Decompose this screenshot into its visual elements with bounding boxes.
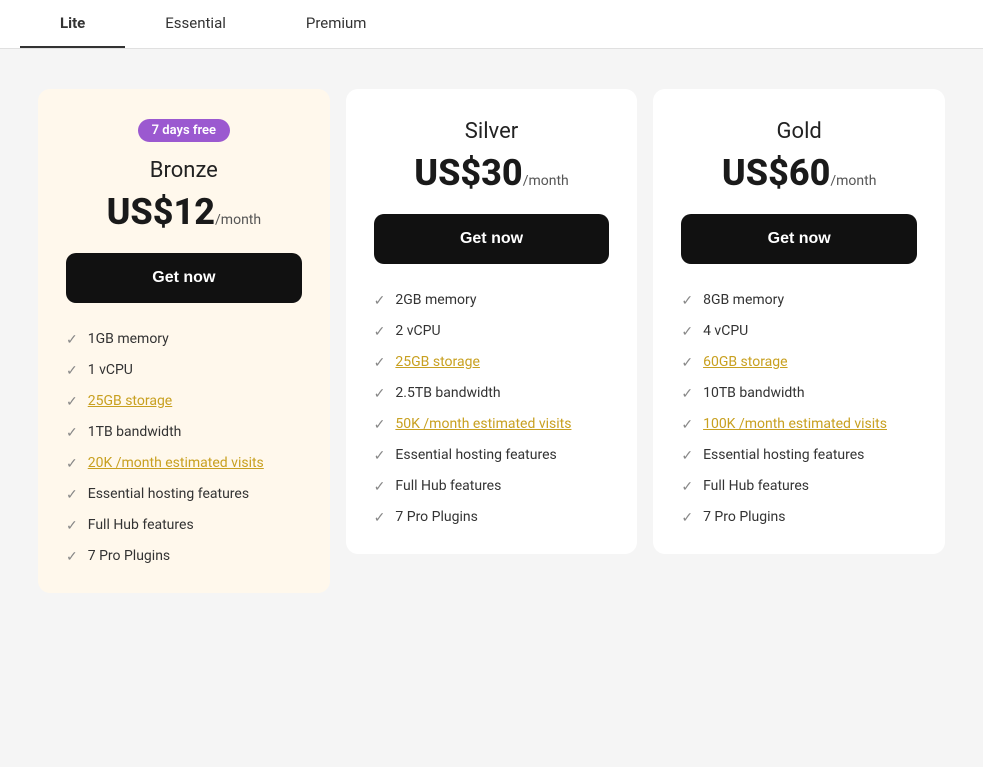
plan-name-gold: Gold xyxy=(681,119,917,144)
feature-silver-5: ✓Essential hosting features xyxy=(374,447,610,464)
feature-silver-3: ✓2.5TB bandwidth xyxy=(374,385,610,402)
check-icon: ✓ xyxy=(374,510,386,526)
check-icon: ✓ xyxy=(66,394,78,410)
feature-bronze-4: ✓ 20K /month estimated visits xyxy=(66,455,302,472)
check-icon: ✓ xyxy=(374,479,386,495)
plan-card-silver: Silver US$30/month Get now ✓2GB memory ✓… xyxy=(346,89,638,554)
check-icon: ✓ xyxy=(66,549,78,565)
plan-card-bronze: 7 days free Bronze US$12/month Get now ✓… xyxy=(38,89,330,593)
feature-gold-0: ✓8GB memory xyxy=(681,292,917,309)
storage-link-silver[interactable]: 25GB storage xyxy=(395,354,480,370)
plan-period-bronze: /month xyxy=(215,212,261,228)
plan-amount-gold: US$60 xyxy=(722,152,830,194)
check-icon: ✓ xyxy=(66,456,78,472)
check-icon: ✓ xyxy=(374,417,386,433)
check-icon: ✓ xyxy=(681,324,693,340)
plan-amount-silver: US$30 xyxy=(414,152,522,194)
check-icon: ✓ xyxy=(681,293,693,309)
features-list-silver: ✓2GB memory ✓2 vCPU ✓ 25GB storage ✓2.5TB… xyxy=(374,292,610,526)
tab-lite[interactable]: Lite xyxy=(20,0,125,48)
pricing-container: 7 days free Bronze US$12/month Get now ✓… xyxy=(0,49,983,633)
feature-silver-1: ✓2 vCPU xyxy=(374,323,610,340)
feature-gold-4: ✓ 100K /month estimated visits xyxy=(681,416,917,433)
plan-name-silver: Silver xyxy=(374,119,610,144)
plan-price-bronze: US$12/month xyxy=(66,191,302,233)
get-now-button-gold[interactable]: Get now xyxy=(681,214,917,264)
feature-gold-1: ✓4 vCPU xyxy=(681,323,917,340)
feature-bronze-3: ✓1TB bandwidth xyxy=(66,424,302,441)
plan-amount-bronze: US$12 xyxy=(107,191,215,233)
check-icon: ✓ xyxy=(66,363,78,379)
feature-silver-7: ✓7 Pro Plugins xyxy=(374,509,610,526)
check-icon: ✓ xyxy=(66,518,78,534)
feature-bronze-6: ✓Full Hub features xyxy=(66,517,302,534)
plan-card-gold: Gold US$60/month Get now ✓8GB memory ✓4 … xyxy=(653,89,945,554)
storage-link-gold[interactable]: 60GB storage xyxy=(703,354,788,370)
feature-silver-0: ✓2GB memory xyxy=(374,292,610,309)
plan-period-silver: /month xyxy=(523,173,569,189)
feature-bronze-7: ✓7 Pro Plugins xyxy=(66,548,302,565)
check-icon: ✓ xyxy=(681,479,693,495)
check-icon: ✓ xyxy=(66,425,78,441)
get-now-button-bronze[interactable]: Get now xyxy=(66,253,302,303)
plan-name-bronze: Bronze xyxy=(66,158,302,183)
check-icon: ✓ xyxy=(681,386,693,402)
feature-silver-2: ✓ 25GB storage xyxy=(374,354,610,371)
feature-bronze-2: ✓ 25GB storage xyxy=(66,393,302,410)
check-icon: ✓ xyxy=(681,355,693,371)
feature-gold-3: ✓10TB bandwidth xyxy=(681,385,917,402)
visits-link-silver[interactable]: 50K /month estimated visits xyxy=(395,416,571,432)
feature-gold-2: ✓ 60GB storage xyxy=(681,354,917,371)
check-icon: ✓ xyxy=(681,510,693,526)
plan-price-silver: US$30/month xyxy=(374,152,610,194)
check-icon: ✓ xyxy=(374,355,386,371)
features-list-bronze: ✓1GB memory ✓1 vCPU ✓ 25GB storage ✓1TB b… xyxy=(66,331,302,565)
visits-link-bronze[interactable]: 20K /month estimated visits xyxy=(88,455,264,471)
visits-link-gold[interactable]: 100K /month estimated visits xyxy=(703,416,887,432)
check-icon: ✓ xyxy=(681,448,693,464)
plan-period-gold: /month xyxy=(830,173,876,189)
get-now-button-silver[interactable]: Get now xyxy=(374,214,610,264)
features-list-gold: ✓8GB memory ✓4 vCPU ✓ 60GB storage ✓10TB … xyxy=(681,292,917,526)
feature-gold-6: ✓Full Hub features xyxy=(681,478,917,495)
feature-gold-7: ✓7 Pro Plugins xyxy=(681,509,917,526)
tab-premium[interactable]: Premium xyxy=(266,0,407,48)
feature-bronze-1: ✓1 vCPU xyxy=(66,362,302,379)
check-icon: ✓ xyxy=(681,417,693,433)
tab-essential[interactable]: Essential xyxy=(125,0,266,48)
check-icon: ✓ xyxy=(66,487,78,503)
check-icon: ✓ xyxy=(374,324,386,340)
check-icon: ✓ xyxy=(374,386,386,402)
plan-price-gold: US$60/month xyxy=(681,152,917,194)
check-icon: ✓ xyxy=(66,332,78,348)
feature-silver-4: ✓ 50K /month estimated visits xyxy=(374,416,610,433)
tabs-bar: Lite Essential Premium xyxy=(0,0,983,49)
feature-bronze-0: ✓1GB memory xyxy=(66,331,302,348)
check-icon: ✓ xyxy=(374,448,386,464)
storage-link-bronze[interactable]: 25GB storage xyxy=(88,393,173,409)
feature-bronze-5: ✓Essential hosting features xyxy=(66,486,302,503)
check-icon: ✓ xyxy=(374,293,386,309)
free-badge: 7 days free xyxy=(138,119,230,142)
feature-gold-5: ✓Essential hosting features xyxy=(681,447,917,464)
feature-silver-6: ✓Full Hub features xyxy=(374,478,610,495)
